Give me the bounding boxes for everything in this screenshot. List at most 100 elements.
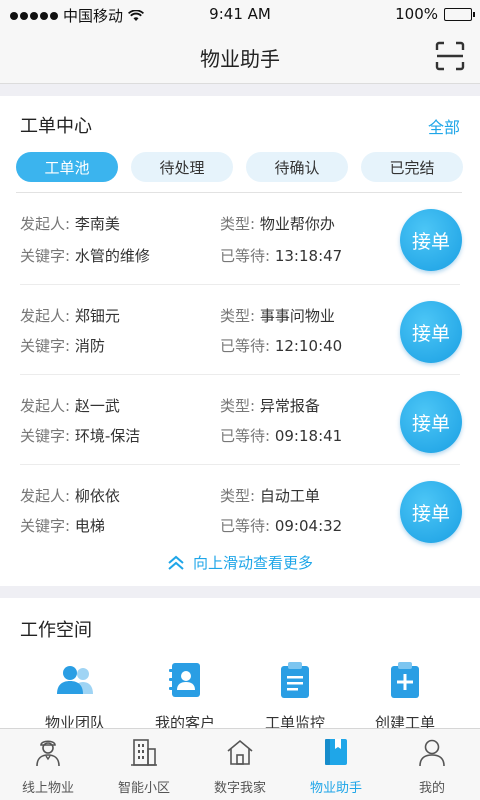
initiator-label: 发起人: <box>20 487 71 505</box>
workspace-item-clients[interactable]: 我的客户 <box>130 660 240 733</box>
status-right: 100% <box>395 5 475 23</box>
order-center-card: 工单中心 全部 工单池 待处理 待确认 已完结 发起人: 李南美 类型: 物业帮… <box>0 96 480 586</box>
tabbar-label: 智能小区 <box>117 781 170 796</box>
waited-value: 13:18:47 <box>274 247 343 265</box>
waited-label: 已等待: <box>220 247 271 265</box>
initiator-field: 发起人: 赵一武 <box>20 395 120 416</box>
type-field: 类型: 物业帮你办 <box>220 213 335 234</box>
order-center-title: 工单中心 <box>20 116 92 137</box>
page-title: 物业助手 <box>200 47 280 71</box>
initiator-value: 赵一武 <box>74 397 120 415</box>
waited-field: 已等待: 09:04:32 <box>220 515 342 536</box>
clipboard-add-icon <box>391 662 419 698</box>
team-icon <box>57 666 93 694</box>
tabbar-label: 数字我家 <box>213 781 266 796</box>
keyword-label: 关键字: <box>20 517 71 535</box>
tabbar-mine[interactable]: 我的 <box>384 737 480 796</box>
order-row: 发起人: 李南美 类型: 物业帮你办 关键字: 水管的维修 已等待: 13:18… <box>0 195 480 285</box>
view-all-link[interactable]: 全部 <box>428 114 460 138</box>
initiator-field: 发起人: 李南美 <box>20 213 120 234</box>
tab-pending[interactable]: 待处理 <box>131 152 233 182</box>
building-icon <box>131 739 157 766</box>
type-label: 类型: <box>220 397 256 415</box>
butler-icon <box>36 740 60 767</box>
keyword-value: 电梯 <box>74 517 105 535</box>
initiator-value: 郑钿元 <box>74 307 120 325</box>
home-icon <box>227 739 253 765</box>
waited-value: 09:18:41 <box>274 427 343 445</box>
initiator-label: 发起人: <box>20 307 71 325</box>
battery-icon <box>444 7 475 21</box>
waited-field: 已等待: 09:18:41 <box>220 425 342 446</box>
take-order-button[interactable]: 接单 <box>400 391 462 453</box>
battery-percent: 100% <box>395 5 438 23</box>
keyword-value: 消防 <box>74 337 105 355</box>
order-row: 发起人: 郑钿元 类型: 事事问物业 关键字: 消防 已等待: 12:10:40… <box>0 285 480 375</box>
initiator-value: 李南美 <box>74 215 120 233</box>
tab-completed[interactable]: 已完结 <box>361 152 463 182</box>
workspace-item-monitor[interactable]: 工单监控 <box>240 660 350 733</box>
keyword-field: 关键字: 消防 <box>20 335 105 356</box>
tabs-divider <box>16 192 462 193</box>
type-field: 类型: 异常报备 <box>220 395 320 416</box>
workspace-item-create[interactable]: 创建工单 <box>350 660 460 733</box>
type-value: 自动工单 <box>259 487 320 505</box>
clipboard-list-icon <box>281 662 309 698</box>
keyword-value: 水管的维修 <box>74 247 150 265</box>
initiator-field: 发起人: 柳依依 <box>20 485 120 506</box>
tabbar-property-assistant[interactable]: 物业助手 <box>288 737 384 796</box>
nav-bar: 物业助手 <box>0 28 480 84</box>
waited-value: 12:10:40 <box>274 337 343 355</box>
tabbar-online-property[interactable]: 线上物业 <box>0 737 96 796</box>
waited-label: 已等待: <box>220 337 271 355</box>
take-order-button[interactable]: 接单 <box>400 209 462 271</box>
bottom-tab-bar: 线上物业 智能小区 数字我家 物业助手 我的 <box>0 728 480 800</box>
tabbar-label: 线上物业 <box>21 781 74 796</box>
double-chevron-up-icon <box>168 555 184 570</box>
order-tabs: 工单池 待处理 待确认 已完结 <box>16 152 464 184</box>
type-value: 异常报备 <box>259 397 320 415</box>
workspace-item-team[interactable]: 物业团队 <box>20 660 130 733</box>
waited-label: 已等待: <box>220 517 271 535</box>
keyword-field: 关键字: 环境-保洁 <box>20 425 140 446</box>
type-label: 类型: <box>220 215 256 233</box>
tabbar-digital-home[interactable]: 数字我家 <box>192 737 288 796</box>
take-order-button[interactable]: 接单 <box>400 481 462 543</box>
tabbar-label: 我的 <box>418 781 445 796</box>
tab-order-pool[interactable]: 工单池 <box>16 152 118 182</box>
tabbar-smart-community[interactable]: 智能小区 <box>96 737 192 796</box>
keyword-value: 环境-保洁 <box>74 427 141 445</box>
order-row: 发起人: 柳依依 类型: 自动工单 关键字: 电梯 已等待: 09:04:32 … <box>0 465 480 543</box>
initiator-field: 发起人: 郑钿元 <box>20 305 120 326</box>
load-more-hint[interactable]: 向上滑动查看更多 <box>0 552 480 573</box>
type-value: 事事问物业 <box>259 307 335 325</box>
keyword-field: 关键字: 电梯 <box>20 515 105 536</box>
type-label: 类型: <box>220 487 256 505</box>
scan-icon[interactable] <box>434 40 466 72</box>
waited-field: 已等待: 13:18:47 <box>220 245 342 266</box>
keyword-label: 关键字: <box>20 337 71 355</box>
contacts-icon <box>169 663 200 697</box>
waited-field: 已等待: 12:10:40 <box>220 335 342 356</box>
tab-to-confirm[interactable]: 待确认 <box>246 152 348 182</box>
keyword-label: 关键字: <box>20 247 71 265</box>
keyword-label: 关键字: <box>20 427 71 445</box>
workspace-title: 工作空间 <box>20 620 92 641</box>
type-label: 类型: <box>220 307 256 325</box>
type-field: 类型: 事事问物业 <box>220 305 335 326</box>
type-value: 物业帮你办 <box>259 215 335 233</box>
user-icon <box>419 739 445 767</box>
workspace-card: 工作空间 物业团队 我的客户 工单监控 创建工单 <box>0 598 480 732</box>
take-order-button[interactable]: 接单 <box>400 301 462 363</box>
initiator-label: 发起人: <box>20 215 71 233</box>
load-more-label: 向上滑动查看更多 <box>192 554 313 572</box>
tabbar-label: 物业助手 <box>309 781 362 796</box>
initiator-label: 发起人: <box>20 397 71 415</box>
order-row: 发起人: 赵一武 类型: 异常报备 关键字: 环境-保洁 已等待: 09:18:… <box>0 375 480 465</box>
waited-label: 已等待: <box>220 427 271 445</box>
keyword-field: 关键字: 水管的维修 <box>20 245 150 266</box>
initiator-value: 柳依依 <box>74 487 120 505</box>
status-bar: 中国移动 9:41 AM 100% <box>0 0 480 28</box>
book-icon <box>325 739 347 765</box>
type-field: 类型: 自动工单 <box>220 485 320 506</box>
